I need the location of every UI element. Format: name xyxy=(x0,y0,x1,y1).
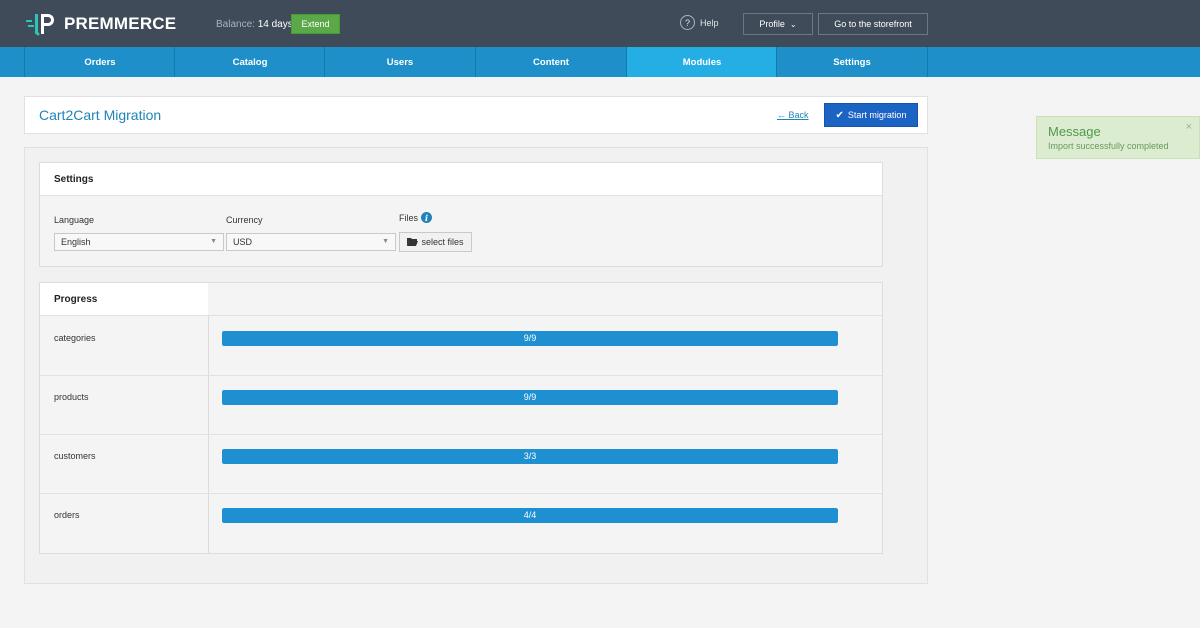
logo-text: PREMMERCE xyxy=(64,14,177,33)
nav-item-orders[interactable]: Orders xyxy=(24,47,175,77)
nav-item-catalog[interactable]: Catalog xyxy=(174,47,325,77)
chevron-down-icon: ⌄ xyxy=(789,19,797,29)
balance-value: 14 days xyxy=(257,19,293,30)
language-value: English xyxy=(61,237,91,247)
top-bar: PREMMERCE Balance: 14 days Extend ? Help… xyxy=(0,0,1200,47)
progress-row-products: products 9/9 xyxy=(40,376,882,435)
progress-bar-text: 9/9 xyxy=(523,333,537,343)
profile-label: Profile xyxy=(759,19,785,29)
progress-bar: 9/9 xyxy=(222,390,838,405)
files-label-wrap: Files i xyxy=(399,212,433,223)
balance-label: Balance: xyxy=(216,19,255,30)
progress-row-orders: orders 4/4 xyxy=(40,494,882,553)
progress-bar: 9/9 xyxy=(222,331,838,346)
progress-bar-text: 9/9 xyxy=(523,392,537,402)
success-toast: Message Import successfully completed × xyxy=(1036,116,1200,159)
back-link[interactable]: ← Back xyxy=(777,110,809,120)
balance: Balance: 14 days xyxy=(216,19,293,30)
start-migration-button[interactable]: ✔ Start migration xyxy=(824,103,918,127)
progress-bar: 3/3 xyxy=(222,449,838,464)
close-icon[interactable]: × xyxy=(1186,121,1192,133)
check-icon: ✔ xyxy=(835,109,844,121)
progress-row-label: orders xyxy=(54,510,80,520)
language-select[interactable]: English ▼ xyxy=(54,233,224,251)
info-icon[interactable]: i xyxy=(421,212,433,223)
currency-value: USD xyxy=(233,237,253,247)
currency-label: Currency xyxy=(226,215,263,225)
profile-button[interactable]: Profile ⌄ xyxy=(743,13,813,35)
settings-title: Settings xyxy=(40,163,882,196)
nav-item-settings[interactable]: Settings xyxy=(776,47,927,77)
settings-section: Settings Language English ▼ Currency USD… xyxy=(39,162,883,267)
help-label: Help xyxy=(700,17,719,28)
progress-bar-text: 3/3 xyxy=(523,451,537,461)
nav-item-modules[interactable]: Modules xyxy=(626,47,777,77)
dropdown-arrow-icon: ▼ xyxy=(210,238,217,245)
nav-item-content[interactable]: Content xyxy=(475,47,626,77)
main-panel: Settings Language English ▼ Currency USD… xyxy=(24,147,928,584)
start-migration-label: Start migration xyxy=(847,110,907,120)
progress-row-label: products xyxy=(54,392,89,402)
select-files-label: select files xyxy=(421,237,464,247)
page-header: Cart2Cart Migration ← Back ✔ Start migra… xyxy=(24,96,928,134)
progress-row-label: customers xyxy=(54,451,96,461)
progress-bar: 4/4 xyxy=(222,508,838,523)
dropdown-arrow-icon: ▼ xyxy=(382,238,389,245)
help-link[interactable]: ? Help xyxy=(680,15,719,30)
toast-message: Import successfully completed xyxy=(1048,141,1169,151)
page-title: Cart2Cart Migration xyxy=(39,107,162,123)
progress-section: Progress categories 9/9 products 9/9 cus… xyxy=(39,282,883,554)
progress-row-label: categories xyxy=(54,333,96,343)
nav-divider xyxy=(927,47,928,77)
progress-bar-text: 4/4 xyxy=(523,510,537,520)
question-icon: ? xyxy=(680,15,695,30)
extend-button[interactable]: Extend xyxy=(291,14,340,34)
progress-row-categories: categories 9/9 xyxy=(40,317,882,376)
main-nav: Orders Catalog Users Content Modules Set… xyxy=(0,47,1200,77)
toast-title: Message xyxy=(1048,124,1101,139)
premmerce-logo-icon xyxy=(26,12,58,36)
progress-header-spacer xyxy=(208,283,882,316)
files-label: Files xyxy=(399,212,419,223)
language-label: Language xyxy=(54,215,95,225)
progress-row-customers: customers 3/3 xyxy=(40,435,882,494)
storefront-button[interactable]: Go to the storefront xyxy=(818,13,928,35)
nav-item-users[interactable]: Users xyxy=(324,47,475,77)
progress-title: Progress xyxy=(40,283,208,316)
logo[interactable]: PREMMERCE xyxy=(26,12,176,36)
select-files-button[interactable]: select files xyxy=(399,232,472,252)
currency-select[interactable]: USD ▼ xyxy=(226,233,396,251)
folder-open-icon xyxy=(407,237,419,248)
